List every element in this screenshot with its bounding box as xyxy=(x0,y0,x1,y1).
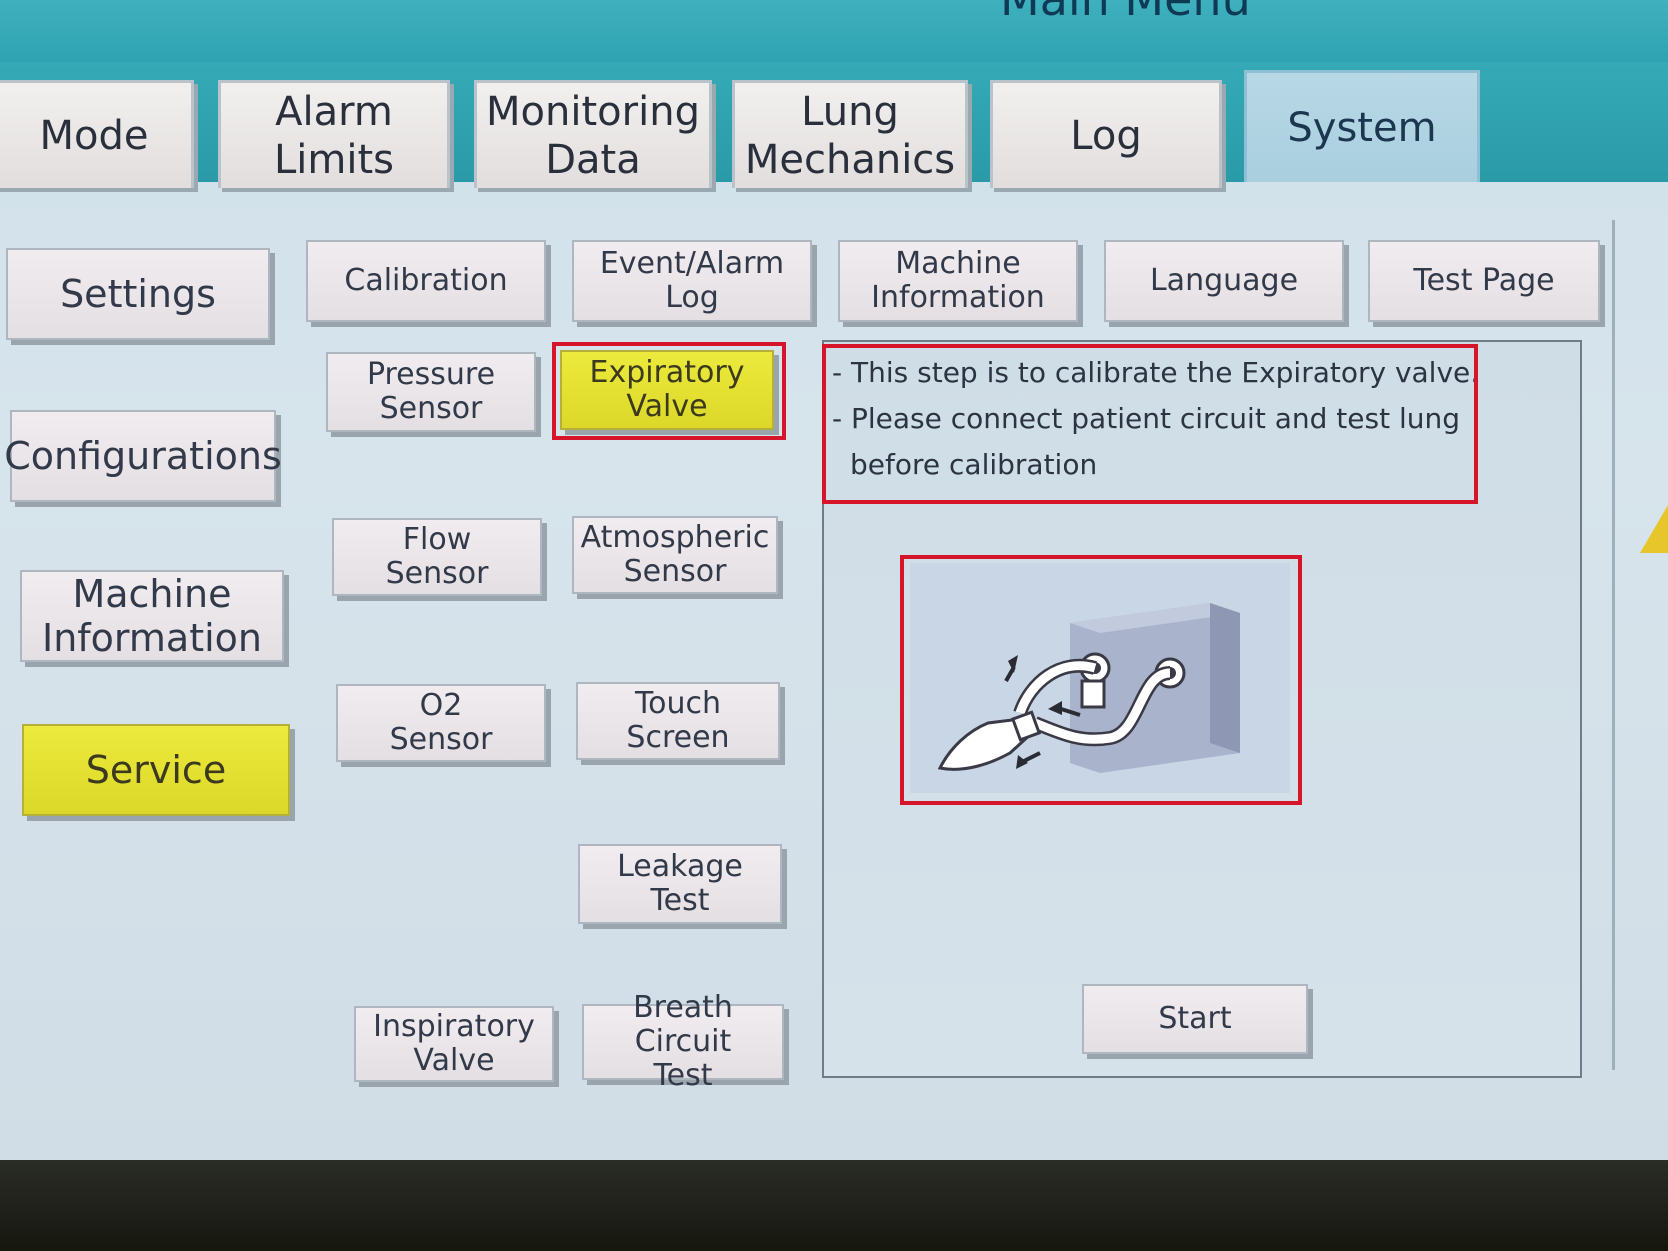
subtab-event-alarm-log[interactable]: Event/Alarm Log xyxy=(572,240,812,322)
breath-circuit-test-button[interactable]: Breath Circuit Test xyxy=(582,991,784,1093)
atmospheric-sensor-button[interactable]: Atmospheric Sensor xyxy=(572,516,778,594)
right-edge-panel xyxy=(1612,220,1668,1070)
tab-monitoring-data[interactable]: Monitoring Data xyxy=(474,80,712,188)
warning-triangle-icon xyxy=(1640,505,1668,553)
title-strip: Main Menu xyxy=(0,0,1668,62)
pressure-sensor-button[interactable]: Pressure Sensor xyxy=(326,352,536,432)
leakage-test-button[interactable]: Leakage Test xyxy=(578,844,782,924)
tab-mode[interactable]: Mode xyxy=(0,80,194,188)
start-button[interactable]: Start xyxy=(1082,984,1308,1054)
sidebar-item-service[interactable]: Service xyxy=(22,724,290,816)
sidebar-item-machine-information[interactable]: Machine Information xyxy=(20,570,284,662)
diagram-highlight xyxy=(900,555,1302,805)
device-bezel xyxy=(0,1160,1668,1251)
tab-log[interactable]: Log xyxy=(990,80,1222,188)
page-title: Main Menu xyxy=(1000,0,1300,26)
flow-sensor-button[interactable]: Flow Sensor xyxy=(332,518,542,596)
tab-lung-mechanics[interactable]: Lung Mechanics xyxy=(732,80,968,188)
subtab-calibration[interactable]: Calibration xyxy=(306,240,546,322)
subtab-machine-information[interactable]: Machine Information xyxy=(838,240,1078,322)
sidebar-item-settings[interactable]: Settings xyxy=(6,248,270,340)
tab-system[interactable]: System xyxy=(1244,70,1480,182)
touch-screen-button[interactable]: Touch Screen xyxy=(576,682,780,760)
sidebar-item-configurations[interactable]: Configurations xyxy=(4,410,282,502)
expiratory-valve-highlight xyxy=(552,342,786,440)
subtab-language[interactable]: Language xyxy=(1104,240,1344,322)
tab-alarm-limits[interactable]: Alarm Limits xyxy=(218,80,450,188)
instruction-highlight xyxy=(822,344,1478,504)
inspiratory-valve-button[interactable]: Inspiratory Valve xyxy=(354,1006,554,1082)
o2-sensor-button[interactable]: O2 Sensor xyxy=(336,684,546,762)
ventilator-screen: Main Menu Mode Alarm Limits Monitoring D… xyxy=(0,0,1668,1160)
subtab-test-page[interactable]: Test Page xyxy=(1368,240,1600,322)
